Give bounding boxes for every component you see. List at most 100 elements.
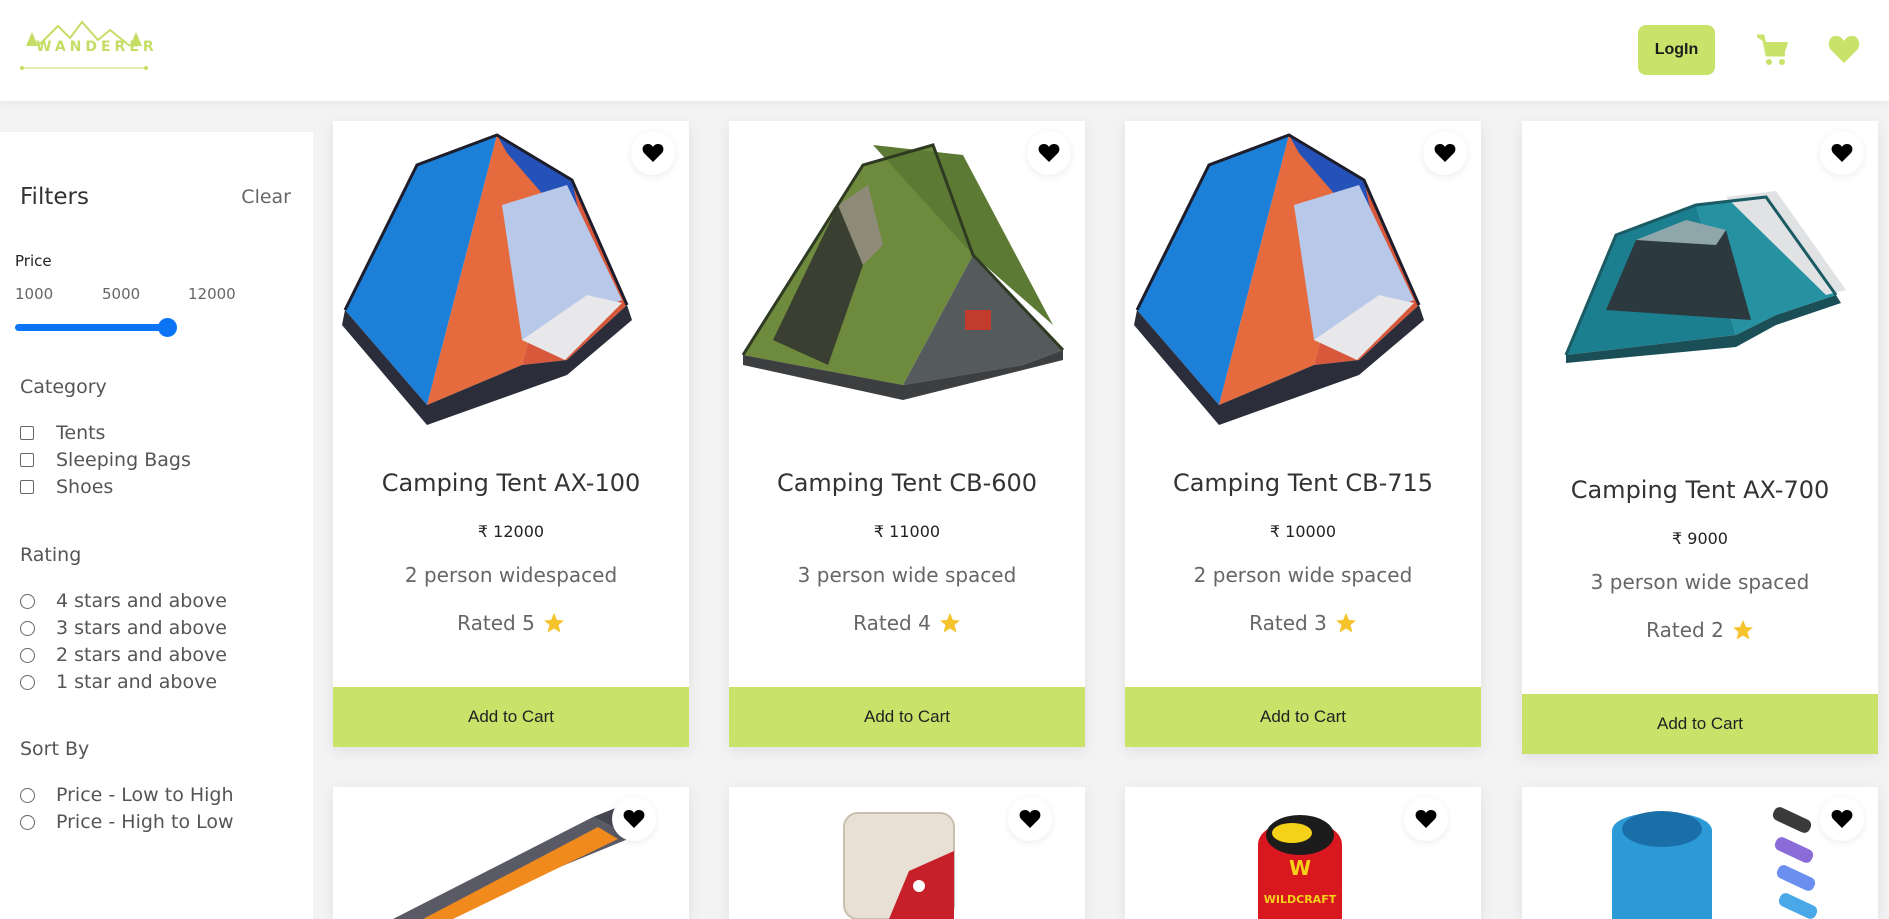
brand-name: WANDERER [36, 39, 158, 55]
product-price: ₹ 12000 [477, 522, 545, 541]
category-option-label: Sleeping Bags [56, 449, 191, 471]
product-price: ₹ 10000 [1269, 522, 1337, 541]
rating-1-radio[interactable] [20, 674, 35, 690]
product-rating: Rated 2 [1522, 618, 1878, 642]
category-option-label: Shoes [56, 476, 114, 498]
sort-high-low-radio[interactable] [20, 814, 35, 830]
category-option-label: Tents [56, 422, 106, 444]
product-card[interactable]: Camping Tent AX-700 ₹ 9000 3 person wide… [1522, 121, 1878, 754]
product-description: 2 person wide spaced [1193, 563, 1413, 587]
wishlist-button[interactable] [1820, 797, 1864, 841]
rating-4-radio[interactable] [20, 593, 35, 609]
wishlist-button[interactable] [1404, 797, 1448, 841]
sleeping-bag-blue-image [1612, 807, 1818, 919]
price-tick: 5000 [102, 285, 141, 303]
sleeping-bag-orange-image [393, 805, 648, 919]
price-tick: 12000 [188, 285, 236, 303]
wishlist-button[interactable] [1820, 131, 1864, 175]
price-slider-track[interactable] [15, 324, 167, 331]
tunnel-tent-image [741, 143, 1065, 400]
rating-title: Rating [20, 544, 82, 566]
product-price: ₹ 11000 [873, 522, 941, 541]
site-header: WANDERER LogIn [0, 0, 1889, 101]
rating-option-2[interactable]: 2 stars and above [20, 642, 227, 668]
price-slider-thumb[interactable] [158, 318, 177, 337]
rating-text: Rated 2 [1646, 618, 1724, 642]
category-option-tents[interactable]: Tents [20, 420, 105, 446]
rating-text: Rated 3 [1249, 611, 1327, 635]
heart-icon [1038, 144, 1060, 162]
product-rating: Rated 4 [729, 611, 1085, 635]
price-tick: 1000 [15, 285, 54, 303]
product-card[interactable] [333, 787, 689, 919]
product-card[interactable]: Camping Tent CB-600 ₹ 11000 3 person wid… [729, 121, 1085, 747]
rating-option-4[interactable]: 4 stars and above [20, 588, 227, 614]
svg-text:W: W [1289, 856, 1311, 880]
heart-icon [623, 810, 645, 828]
rating-option-label: 4 stars and above [56, 590, 227, 612]
heart-icon [1019, 810, 1041, 828]
rating-3-radio[interactable] [20, 620, 35, 636]
heart-icon [1831, 810, 1853, 828]
dome-tent-image [342, 133, 632, 425]
rating-option-label: 1 star and above [56, 671, 218, 693]
product-name[interactable]: Camping Tent AX-700 [1522, 476, 1878, 504]
product-card[interactable] [1522, 787, 1878, 919]
category-option-shoes[interactable]: Shoes [20, 474, 113, 500]
star-icon [1335, 613, 1356, 633]
product-rating: Rated 5 [333, 611, 689, 635]
add-to-cart-button[interactable]: Add to Cart [1125, 687, 1481, 747]
sleeping-bag-red-beige-image [843, 812, 955, 919]
rating-option-1[interactable]: 1 star and above [20, 669, 217, 695]
rating-2-radio[interactable] [20, 647, 35, 663]
product-name[interactable]: Camping Tent CB-600 [729, 469, 1085, 497]
product-description: 3 person wide spaced [1590, 570, 1810, 594]
category-title: Category [20, 376, 107, 398]
rating-option-label: 3 stars and above [56, 617, 227, 639]
product-card[interactable]: Camping Tent CB-715 ₹ 10000 2 person wid… [1125, 121, 1481, 747]
clear-filters-link[interactable]: Clear [241, 186, 291, 208]
heart-icon [1415, 810, 1437, 828]
wishlist-button[interactable] [1423, 131, 1467, 175]
sleeping-bags-checkbox[interactable] [20, 453, 34, 467]
product-card[interactable] [729, 787, 1085, 919]
wishlist-heart-icon[interactable] [1828, 34, 1860, 64]
rating-text: Rated 5 [457, 611, 535, 635]
price-label: Price [15, 252, 52, 270]
wishlist-button[interactable] [1008, 797, 1052, 841]
product-rating: Rated 3 [1125, 611, 1481, 635]
product-description: 2 person widespaced [404, 563, 618, 587]
product-card[interactable]: W WILDCRAFT [1125, 787, 1481, 919]
shoes-checkbox[interactable] [20, 480, 34, 494]
add-to-cart-button[interactable]: Add to Cart [333, 687, 689, 747]
product-name[interactable]: Camping Tent CB-715 [1125, 469, 1481, 497]
wishlist-button[interactable] [612, 797, 656, 841]
sort-option-label: Price - Low to High [56, 784, 234, 806]
category-option-sleeping-bags[interactable]: Sleeping Bags [20, 447, 191, 473]
star-icon [939, 613, 960, 633]
dome-tent-image [1134, 133, 1424, 425]
wishlist-button[interactable] [631, 131, 675, 175]
product-card[interactable]: Camping Tent AX-100 ₹ 12000 2 person wid… [333, 121, 689, 747]
sort-option-high-low[interactable]: Price - High to Low [20, 809, 234, 835]
filters-title: Filters [20, 184, 89, 210]
add-to-cart-button[interactable]: Add to Cart [1522, 694, 1878, 754]
sort-title: Sort By [20, 738, 90, 760]
wildcraft-brand-text: WILDCRAFT [1264, 893, 1337, 906]
add-to-cart-button[interactable]: Add to Cart [729, 687, 1085, 747]
login-button[interactable]: LogIn [1638, 25, 1715, 75]
filters-sidebar: Filters Clear Price 1000 5000 12000 Cate… [0, 132, 313, 919]
wishlist-button[interactable] [1027, 131, 1071, 175]
cart-icon[interactable] [1756, 34, 1790, 66]
rating-option-3[interactable]: 3 stars and above [20, 615, 227, 641]
heart-icon [1831, 144, 1853, 162]
sort-option-low-high[interactable]: Price - Low to High [20, 782, 234, 808]
sleeping-bag-red-wildcraft-image: W WILDCRAFT [1258, 815, 1342, 919]
tents-checkbox[interactable] [20, 426, 34, 440]
sort-low-high-radio[interactable] [20, 787, 35, 803]
dome-tent-teal-image [1564, 191, 1846, 363]
logo[interactable]: WANDERER [0, 0, 160, 100]
product-name[interactable]: Camping Tent AX-100 [333, 469, 689, 497]
product-description: 3 person wide spaced [797, 563, 1017, 587]
product-price: ₹ 9000 [1672, 529, 1728, 548]
